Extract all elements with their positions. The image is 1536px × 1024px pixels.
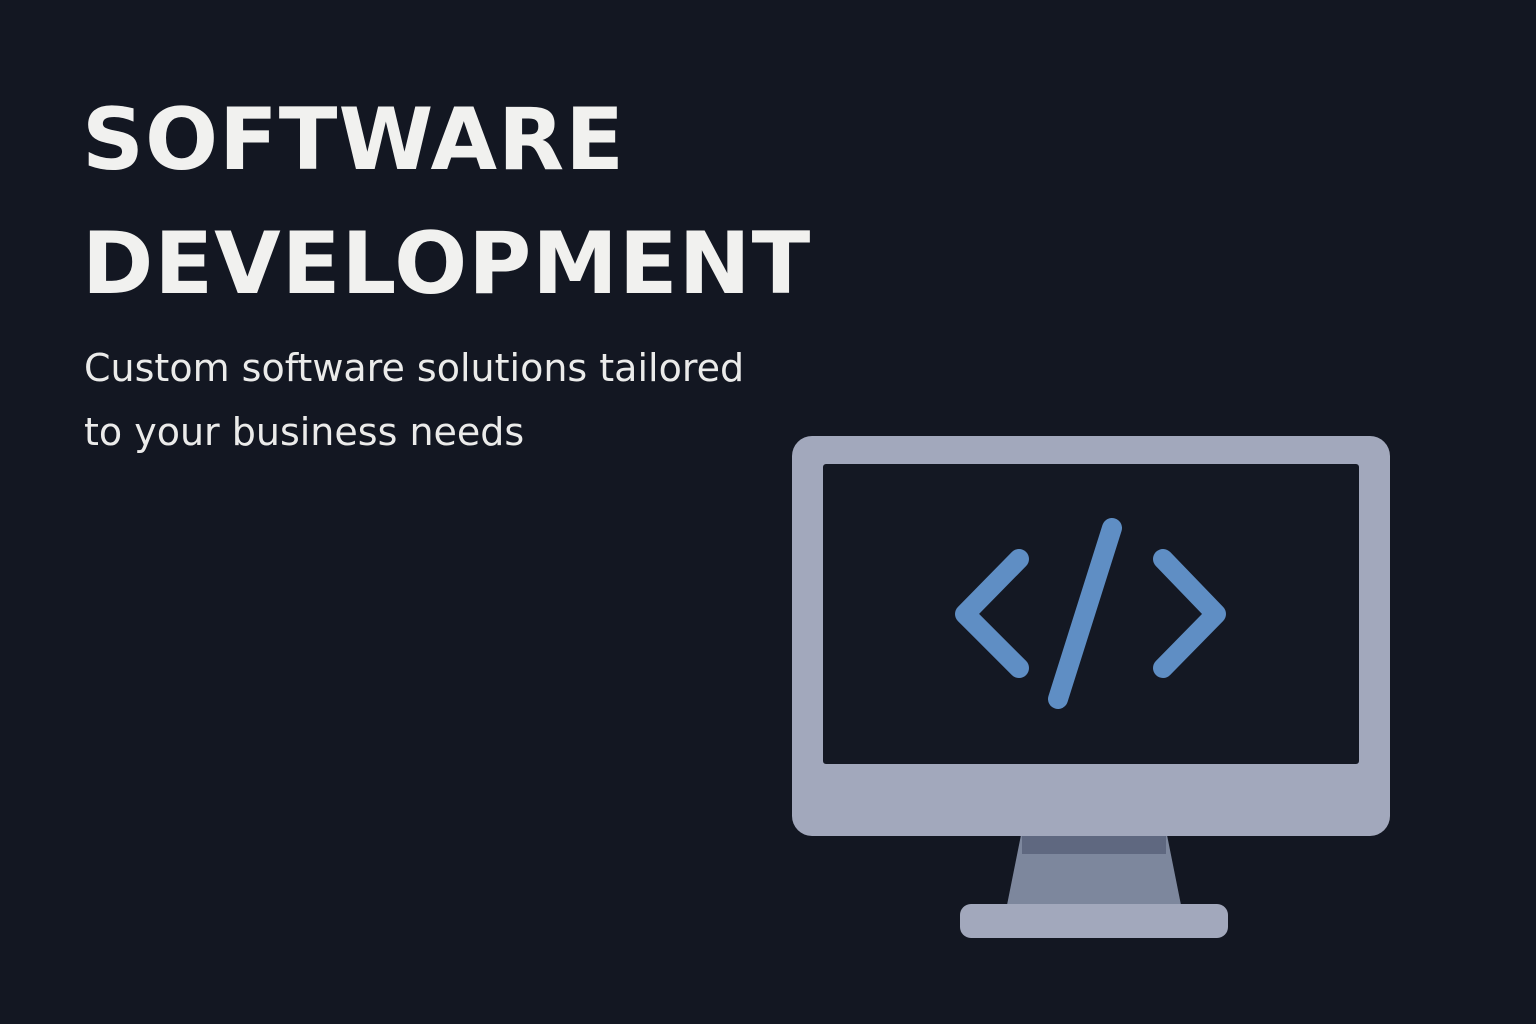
monitor-code-icon [792,436,1390,938]
page-title: SOFTWARE DEVELOPMENT [82,78,811,326]
monitor-stand-base [960,904,1228,938]
subtitle-line-1: Custom software solutions tailored [84,346,745,390]
title-line-1: SOFTWARE [82,90,625,190]
title-line-2: DEVELOPMENT [82,214,812,314]
subtitle-line-2: to your business needs [84,410,525,454]
page-subtitle: Custom software solutions tailored to yo… [84,336,744,464]
